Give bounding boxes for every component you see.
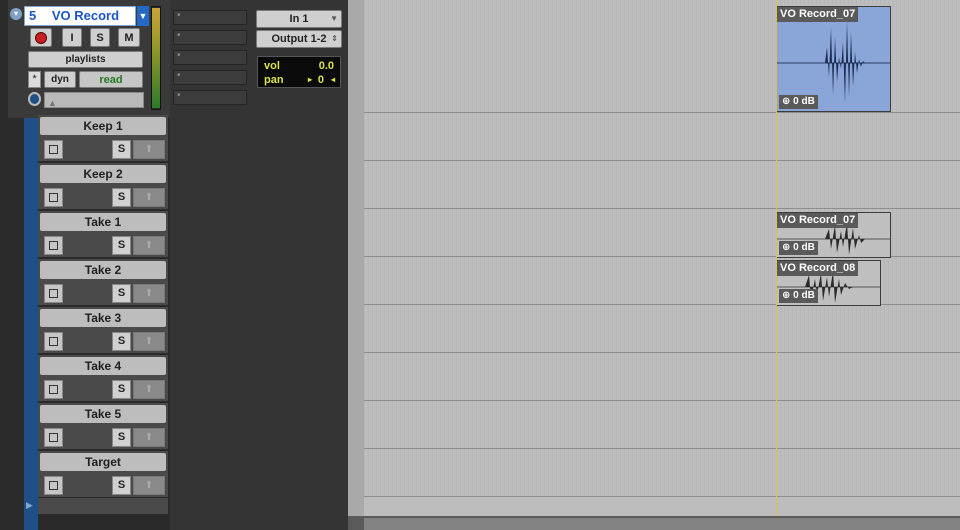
pan-value: 0 [317, 74, 324, 86]
pan-right-arrow-icon: ◂ [330, 75, 335, 84]
record-enable-button[interactable] [30, 28, 52, 47]
select-playlist-icon[interactable] [44, 332, 63, 351]
playhead-cursor[interactable] [776, 0, 777, 516]
playlist-solo-button[interactable]: S [112, 188, 131, 207]
select-playlist-icon[interactable] [44, 476, 63, 495]
dyn-button[interactable]: dyn [44, 71, 76, 88]
timeline-row-keep1[interactable] [364, 113, 960, 161]
lane-footer [38, 498, 168, 514]
select-playlist-icon[interactable] [44, 284, 63, 303]
playlist-solo-button[interactable]: S [112, 284, 131, 303]
scrollbar-thumb[interactable] [364, 518, 960, 530]
insert-slot-b[interactable] [173, 30, 247, 45]
playlist-lane[interactable]: Take 3 S ⬆ [38, 307, 168, 353]
playlist-name[interactable]: Keep 2 [40, 165, 166, 183]
playlist-lane[interactable]: Keep 1 S ⬆ [38, 115, 168, 161]
promote-arrow-icon[interactable]: ⬆ [133, 332, 165, 351]
insert-slot-e[interactable] [173, 90, 247, 105]
playlist-lane[interactable]: Take 4 S ⬆ [38, 355, 168, 401]
collapse-icon[interactable]: ▾ [10, 8, 22, 20]
output-selector[interactable]: Output 1-2 ⇕ [256, 30, 342, 48]
playlist-solo-button[interactable]: S [112, 140, 131, 159]
timeline-row-take4[interactable] [364, 353, 960, 401]
select-playlist-icon[interactable] [44, 140, 63, 159]
select-playlist-icon[interactable] [44, 380, 63, 399]
playlist-name[interactable]: Take 4 [40, 357, 166, 375]
clip-name: VO Record_07 [777, 7, 859, 22]
playlist-lane[interactable]: Take 1 S ⬆ [38, 211, 168, 257]
clip-gain: ⊕ 0 dB [779, 289, 818, 303]
insert-slot-a[interactable] [173, 10, 247, 25]
playlist-name[interactable]: Take 5 [40, 405, 166, 423]
timeline-row-take3[interactable] [364, 305, 960, 353]
timeline-left-gutter [348, 0, 364, 516]
select-playlist-icon[interactable] [44, 428, 63, 447]
playlist-name[interactable]: Keep 1 [40, 117, 166, 135]
select-playlist-icon[interactable] [44, 188, 63, 207]
level-meter-fill [152, 8, 160, 108]
mute-button[interactable]: M [118, 28, 140, 47]
input-selector[interactable]: In 1 ▼ [256, 10, 342, 28]
timebase-clock-icon[interactable] [28, 92, 41, 106]
audio-clip-main[interactable]: VO Record_07 ⊕ 0 dB [776, 6, 891, 112]
playlist-solo-button[interactable]: S [112, 476, 131, 495]
audio-clip-take2[interactable]: VO Record_08 ⊕ 0 dB [776, 260, 881, 306]
playlist-solo-button[interactable]: S [112, 236, 131, 255]
pan-label: pan [264, 74, 284, 86]
vol-pan-display[interactable]: vol 0.0 pan 0 ▸ ◂ [257, 56, 341, 88]
promote-arrow-icon[interactable]: ⬆ [133, 284, 165, 303]
playlist-solo-button[interactable]: S [112, 380, 131, 399]
track-name-field[interactable]: 5 VO Record [24, 6, 136, 26]
audio-clip-take1[interactable]: VO Record_07 ⊕ 0 dB [776, 212, 891, 258]
solo-button[interactable]: S [90, 28, 110, 47]
timeline-row-take5[interactable] [364, 401, 960, 449]
promote-arrow-icon[interactable]: ⬆ [133, 428, 165, 447]
record-icon [35, 31, 47, 44]
playlist-name[interactable]: Take 1 [40, 213, 166, 231]
playlist-lane[interactable]: Take 2 S ⬆ [38, 259, 168, 305]
clip-name: VO Record_08 [777, 261, 859, 276]
clip-gain: ⊕ 0 dB [779, 241, 818, 255]
track-name-text: VO Record [51, 8, 120, 23]
comment-placeholder-icon: ▲ [48, 98, 57, 108]
automation-asterisk-icon[interactable]: * [28, 71, 41, 88]
playlist-lane[interactable]: Target S ⬆ [38, 451, 168, 497]
vol-label: vol [264, 60, 280, 72]
playlist-name[interactable]: Target [40, 453, 166, 471]
input-monitor-button[interactable]: I [62, 28, 82, 47]
insert-slot-c[interactable] [173, 50, 247, 65]
clip-name: VO Record_07 [777, 213, 859, 228]
vol-value: 0.0 [318, 60, 334, 72]
timeline-row-keep2[interactable] [364, 161, 960, 209]
playlist-solo-button[interactable]: S [112, 332, 131, 351]
playlist-lane[interactable]: Keep 2 S ⬆ [38, 163, 168, 209]
select-playlist-icon[interactable] [44, 236, 63, 255]
chevron-down-icon: ▼ [330, 14, 338, 23]
timeline-row-target[interactable] [364, 449, 960, 497]
promote-arrow-icon[interactable]: ⬆ [133, 476, 165, 495]
playlist-name[interactable]: Take 2 [40, 261, 166, 279]
track-comment-field[interactable]: ▲ [44, 92, 144, 108]
promote-arrow-icon[interactable]: ⬆ [133, 380, 165, 399]
track-number: 5 [29, 8, 37, 23]
input-value: In 1 [289, 13, 309, 25]
playlist-lane[interactable]: Take 5 S ⬆ [38, 403, 168, 449]
playlist-name[interactable]: Take 3 [40, 309, 166, 327]
playlist-solo-button[interactable]: S [112, 428, 131, 447]
promote-arrow-icon[interactable]: ⬆ [133, 236, 165, 255]
link-icon: ⇕ [331, 34, 338, 43]
pan-left-arrow-icon: ▸ [308, 75, 313, 84]
automation-mode-selector[interactable]: read [79, 71, 143, 88]
clip-gain: ⊕ 0 dB [779, 95, 818, 109]
expand-triangle-icon[interactable]: ▶ [26, 500, 36, 512]
promote-arrow-icon[interactable]: ⬆ [133, 140, 165, 159]
insert-slot-d[interactable] [173, 70, 247, 85]
track-menu-arrow-icon[interactable]: ▼ [137, 6, 149, 26]
playlists-selector[interactable]: playlists [28, 51, 143, 68]
output-value: Output 1-2 [271, 33, 327, 45]
promote-arrow-icon[interactable]: ⬆ [133, 188, 165, 207]
